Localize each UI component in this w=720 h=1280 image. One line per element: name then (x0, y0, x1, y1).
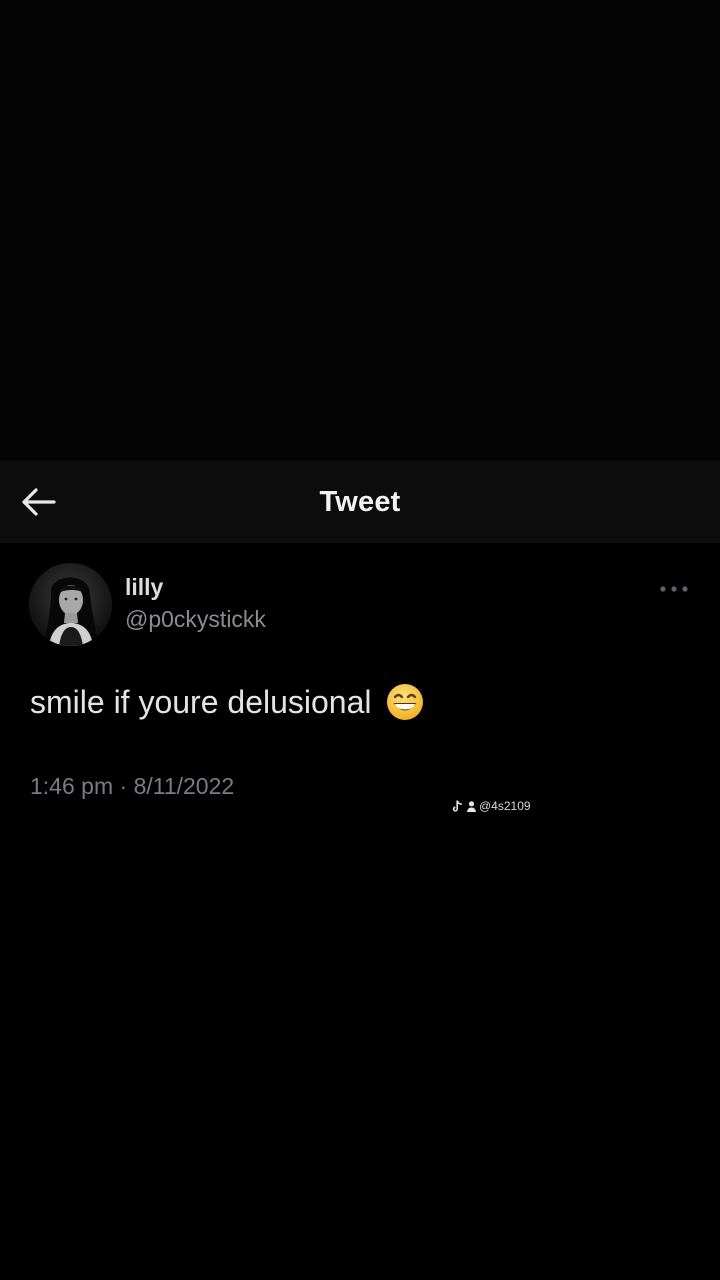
grinning-face-with-smiling-eyes-icon (386, 684, 423, 720)
tweet-body: smile if youre delusional (30, 683, 372, 720)
arrow-left-icon (22, 488, 56, 516)
top-blank-area (0, 0, 720, 461)
tweet-timestamp: 1:46 pm · 8/11/2022 (30, 773, 234, 800)
timestamp-separator: · (119, 773, 128, 799)
tweet-time: 1:46 pm (30, 773, 114, 799)
page-title: Tweet (319, 486, 401, 518)
top-app-bar: Tweet (0, 461, 720, 543)
watermark-text: @4s2109 (479, 799, 531, 813)
more-horizontal-icon (660, 586, 688, 592)
tiktok-watermark: @4s2109 (452, 799, 531, 813)
avatar[interactable] (29, 563, 112, 646)
more-options-button[interactable] (652, 578, 696, 600)
back-button[interactable] (14, 481, 62, 523)
tweet-text: smile if youre delusional (30, 683, 424, 721)
display-name[interactable]: lilly (125, 574, 163, 601)
profile-photo (29, 563, 112, 646)
person-icon (467, 800, 476, 812)
tweet-date: 8/11/2022 (133, 773, 235, 799)
tiktok-icon (452, 800, 462, 812)
user-handle[interactable]: @p0ckystickk (125, 606, 266, 633)
